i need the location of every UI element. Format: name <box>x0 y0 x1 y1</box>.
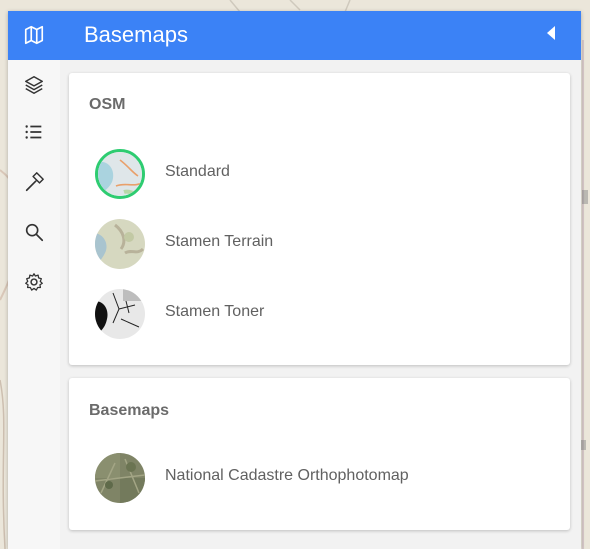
basemaps-panel: Basemaps OSM Standard Stamen Terrain Sta… <box>8 11 581 549</box>
group-title: OSM <box>89 96 126 113</box>
basemap-item-national-cadastre-orthophotomap[interactable]: National Cadastre Orthophotomap <box>95 450 535 506</box>
map-icon <box>24 25 44 45</box>
list-icon[interactable] <box>23 121 45 143</box>
panel-content: OSM Standard Stamen Terrain Stamen Toner… <box>60 60 581 549</box>
basemap-label: Stamen Toner <box>165 303 265 320</box>
layers-icon[interactable] <box>23 74 45 96</box>
group-title: Basemaps <box>89 402 170 419</box>
panel-title: Basemaps <box>84 22 188 47</box>
hammer-icon[interactable] <box>23 171 45 193</box>
basemap-item-standard[interactable]: Standard <box>95 146 535 202</box>
basemaps-group-card: Basemaps National Cadastre Orthophotomap <box>69 378 570 530</box>
stamen-toner-thumbnail <box>95 289 145 339</box>
basemap-item-stamen-terrain[interactable]: Stamen Terrain <box>95 216 535 272</box>
search-icon[interactable] <box>23 221 45 243</box>
basemap-label: National Cadastre Orthophotomap <box>165 467 409 484</box>
standard-thumbnail <box>95 149 145 199</box>
osm-group-card: OSM Standard Stamen Terrain Stamen Toner <box>69 73 570 365</box>
sidebar <box>8 60 60 549</box>
panel-header: Basemaps <box>8 11 581 60</box>
basemap-label: Standard <box>165 163 230 180</box>
basemap-label: Stamen Terrain <box>165 233 274 250</box>
collapse-panel-button[interactable] <box>544 25 558 41</box>
gear-icon[interactable] <box>23 271 45 293</box>
basemap-item-stamen-toner[interactable]: Stamen Toner <box>95 286 535 342</box>
stamen-terrain-thumbnail <box>95 219 145 269</box>
orthophotomap-thumbnail <box>95 453 145 503</box>
